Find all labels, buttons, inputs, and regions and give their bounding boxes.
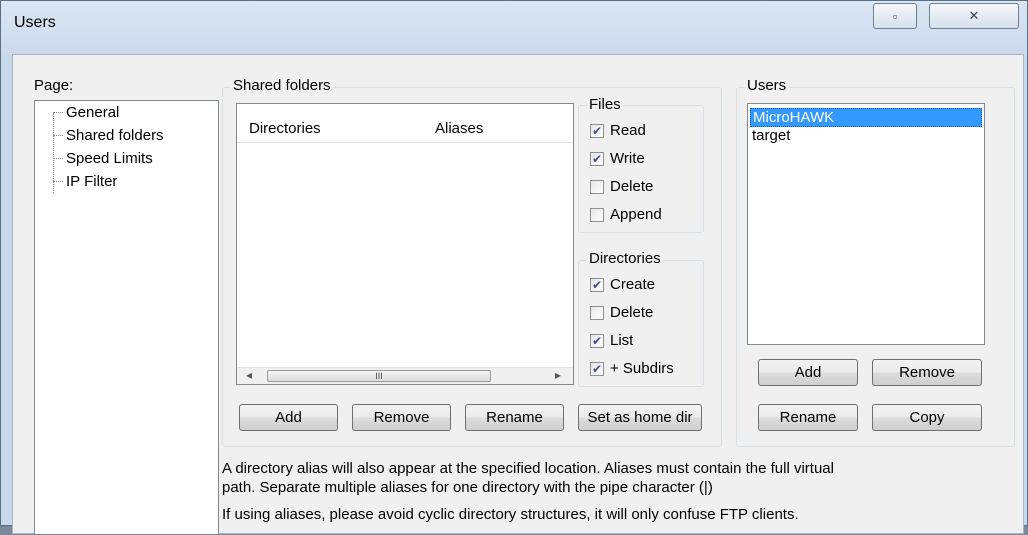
- dirs-create-checkbox[interactable]: ✔ Create: [590, 276, 655, 293]
- tree-item-general[interactable]: General: [53, 104, 119, 121]
- dirs-subdirs-checkbox[interactable]: ✔ + Subdirs: [590, 360, 674, 377]
- copy-user-button[interactable]: Copy: [872, 404, 982, 431]
- checkbox-box[interactable]: [590, 179, 604, 194]
- checkbox-label: Delete: [610, 304, 654, 321]
- checkbox-label: Write: [610, 150, 645, 167]
- users-dialog: Users ▫ ✕ Page: General Shared folders S…: [0, 0, 1028, 535]
- add-user-button[interactable]: Add: [758, 359, 858, 386]
- tree-item-label: IP Filter: [66, 173, 118, 190]
- restore-icon: ▫: [892, 8, 898, 24]
- tree-item-label: Shared folders: [66, 127, 164, 144]
- scroll-thumb[interactable]: III: [267, 370, 491, 382]
- checkbox-box[interactable]: [590, 305, 604, 320]
- list-header: Directories Aliases: [237, 104, 573, 143]
- dialog-client-area: Page: General Shared folders Speed Limit…: [12, 54, 1024, 535]
- checkbox-box[interactable]: ✔: [590, 333, 604, 348]
- column-aliases[interactable]: Aliases: [435, 120, 483, 137]
- checkbox-label: Append: [610, 206, 662, 223]
- tree-item-ip-filter[interactable]: IP Filter: [53, 173, 117, 190]
- files-delete-checkbox[interactable]: Delete: [590, 178, 653, 195]
- user-item-selected[interactable]: MicroHAWK: [750, 108, 982, 127]
- user-item[interactable]: target: [750, 127, 982, 146]
- scroll-right-icon[interactable]: ▸: [555, 368, 561, 382]
- close-button[interactable]: ✕: [929, 3, 1019, 29]
- title-bar: Users ▫ ✕: [1, 1, 1027, 49]
- checkbox-label: Create: [610, 276, 656, 293]
- dirs-list-checkbox[interactable]: ✔ List: [590, 332, 633, 349]
- add-folder-button[interactable]: Add: [239, 404, 338, 431]
- checkbox-box[interactable]: ✔: [590, 277, 604, 292]
- checkbox-box[interactable]: ✔: [590, 123, 604, 138]
- alias-info-line-1: A directory alias will also appear at th…: [222, 460, 834, 477]
- users-list[interactable]: MicroHAWK target: [747, 103, 985, 345]
- files-append-checkbox[interactable]: Append: [590, 206, 662, 223]
- page-label: Page:: [34, 77, 74, 94]
- set-home-dir-button[interactable]: Set as home dir: [578, 404, 702, 431]
- directories-label: Directories: [587, 250, 663, 267]
- checkbox-box[interactable]: ✔: [590, 361, 604, 376]
- column-directories[interactable]: Directories: [249, 120, 321, 137]
- shared-folders-label: Shared folders: [231, 77, 333, 94]
- page-tree: General Shared folders Speed Limits IP F…: [34, 100, 219, 535]
- close-icon: ✕: [968, 8, 980, 23]
- grip-icon: III: [375, 371, 383, 381]
- checkbox-label: Read: [610, 122, 646, 139]
- tree-item-speed-limits[interactable]: Speed Limits: [53, 150, 153, 167]
- scroll-left-icon[interactable]: ◂: [246, 368, 252, 382]
- rename-user-button[interactable]: Rename: [758, 404, 858, 431]
- users-label: Users: [745, 77, 789, 94]
- restore-button[interactable]: ▫: [873, 3, 917, 29]
- remove-folder-button[interactable]: Remove: [352, 404, 451, 431]
- tree-item-label: Speed Limits: [66, 150, 153, 167]
- window-title: Users: [14, 14, 56, 31]
- dirs-delete-checkbox[interactable]: Delete: [590, 304, 653, 321]
- checkbox-label: + Subdirs: [610, 360, 674, 377]
- files-read-checkbox[interactable]: ✔ Read: [590, 122, 646, 139]
- rename-folder-button[interactable]: Rename: [465, 404, 564, 431]
- alias-info-line-2: path. Separate multiple aliases for one …: [222, 479, 713, 496]
- user-name: MicroHAWK: [753, 109, 835, 126]
- shared-folders-list[interactable]: Directories Aliases ◂ III ▸: [236, 103, 574, 385]
- user-name: target: [752, 127, 791, 144]
- alias-warning-line: If using aliases, please avoid cyclic di…: [222, 506, 799, 523]
- checkbox-box[interactable]: [590, 207, 604, 222]
- checkbox-label: List: [610, 332, 634, 349]
- tree-item-label: General: [66, 104, 120, 121]
- tree-item-shared-folders[interactable]: Shared folders: [53, 127, 164, 144]
- checkbox-label: Delete: [610, 178, 654, 195]
- files-write-checkbox[interactable]: ✔ Write: [590, 150, 645, 167]
- remove-user-button[interactable]: Remove: [872, 359, 982, 386]
- files-label: Files: [587, 96, 623, 113]
- horizontal-scrollbar[interactable]: ◂ III ▸: [237, 367, 573, 384]
- checkbox-box[interactable]: ✔: [590, 151, 604, 166]
